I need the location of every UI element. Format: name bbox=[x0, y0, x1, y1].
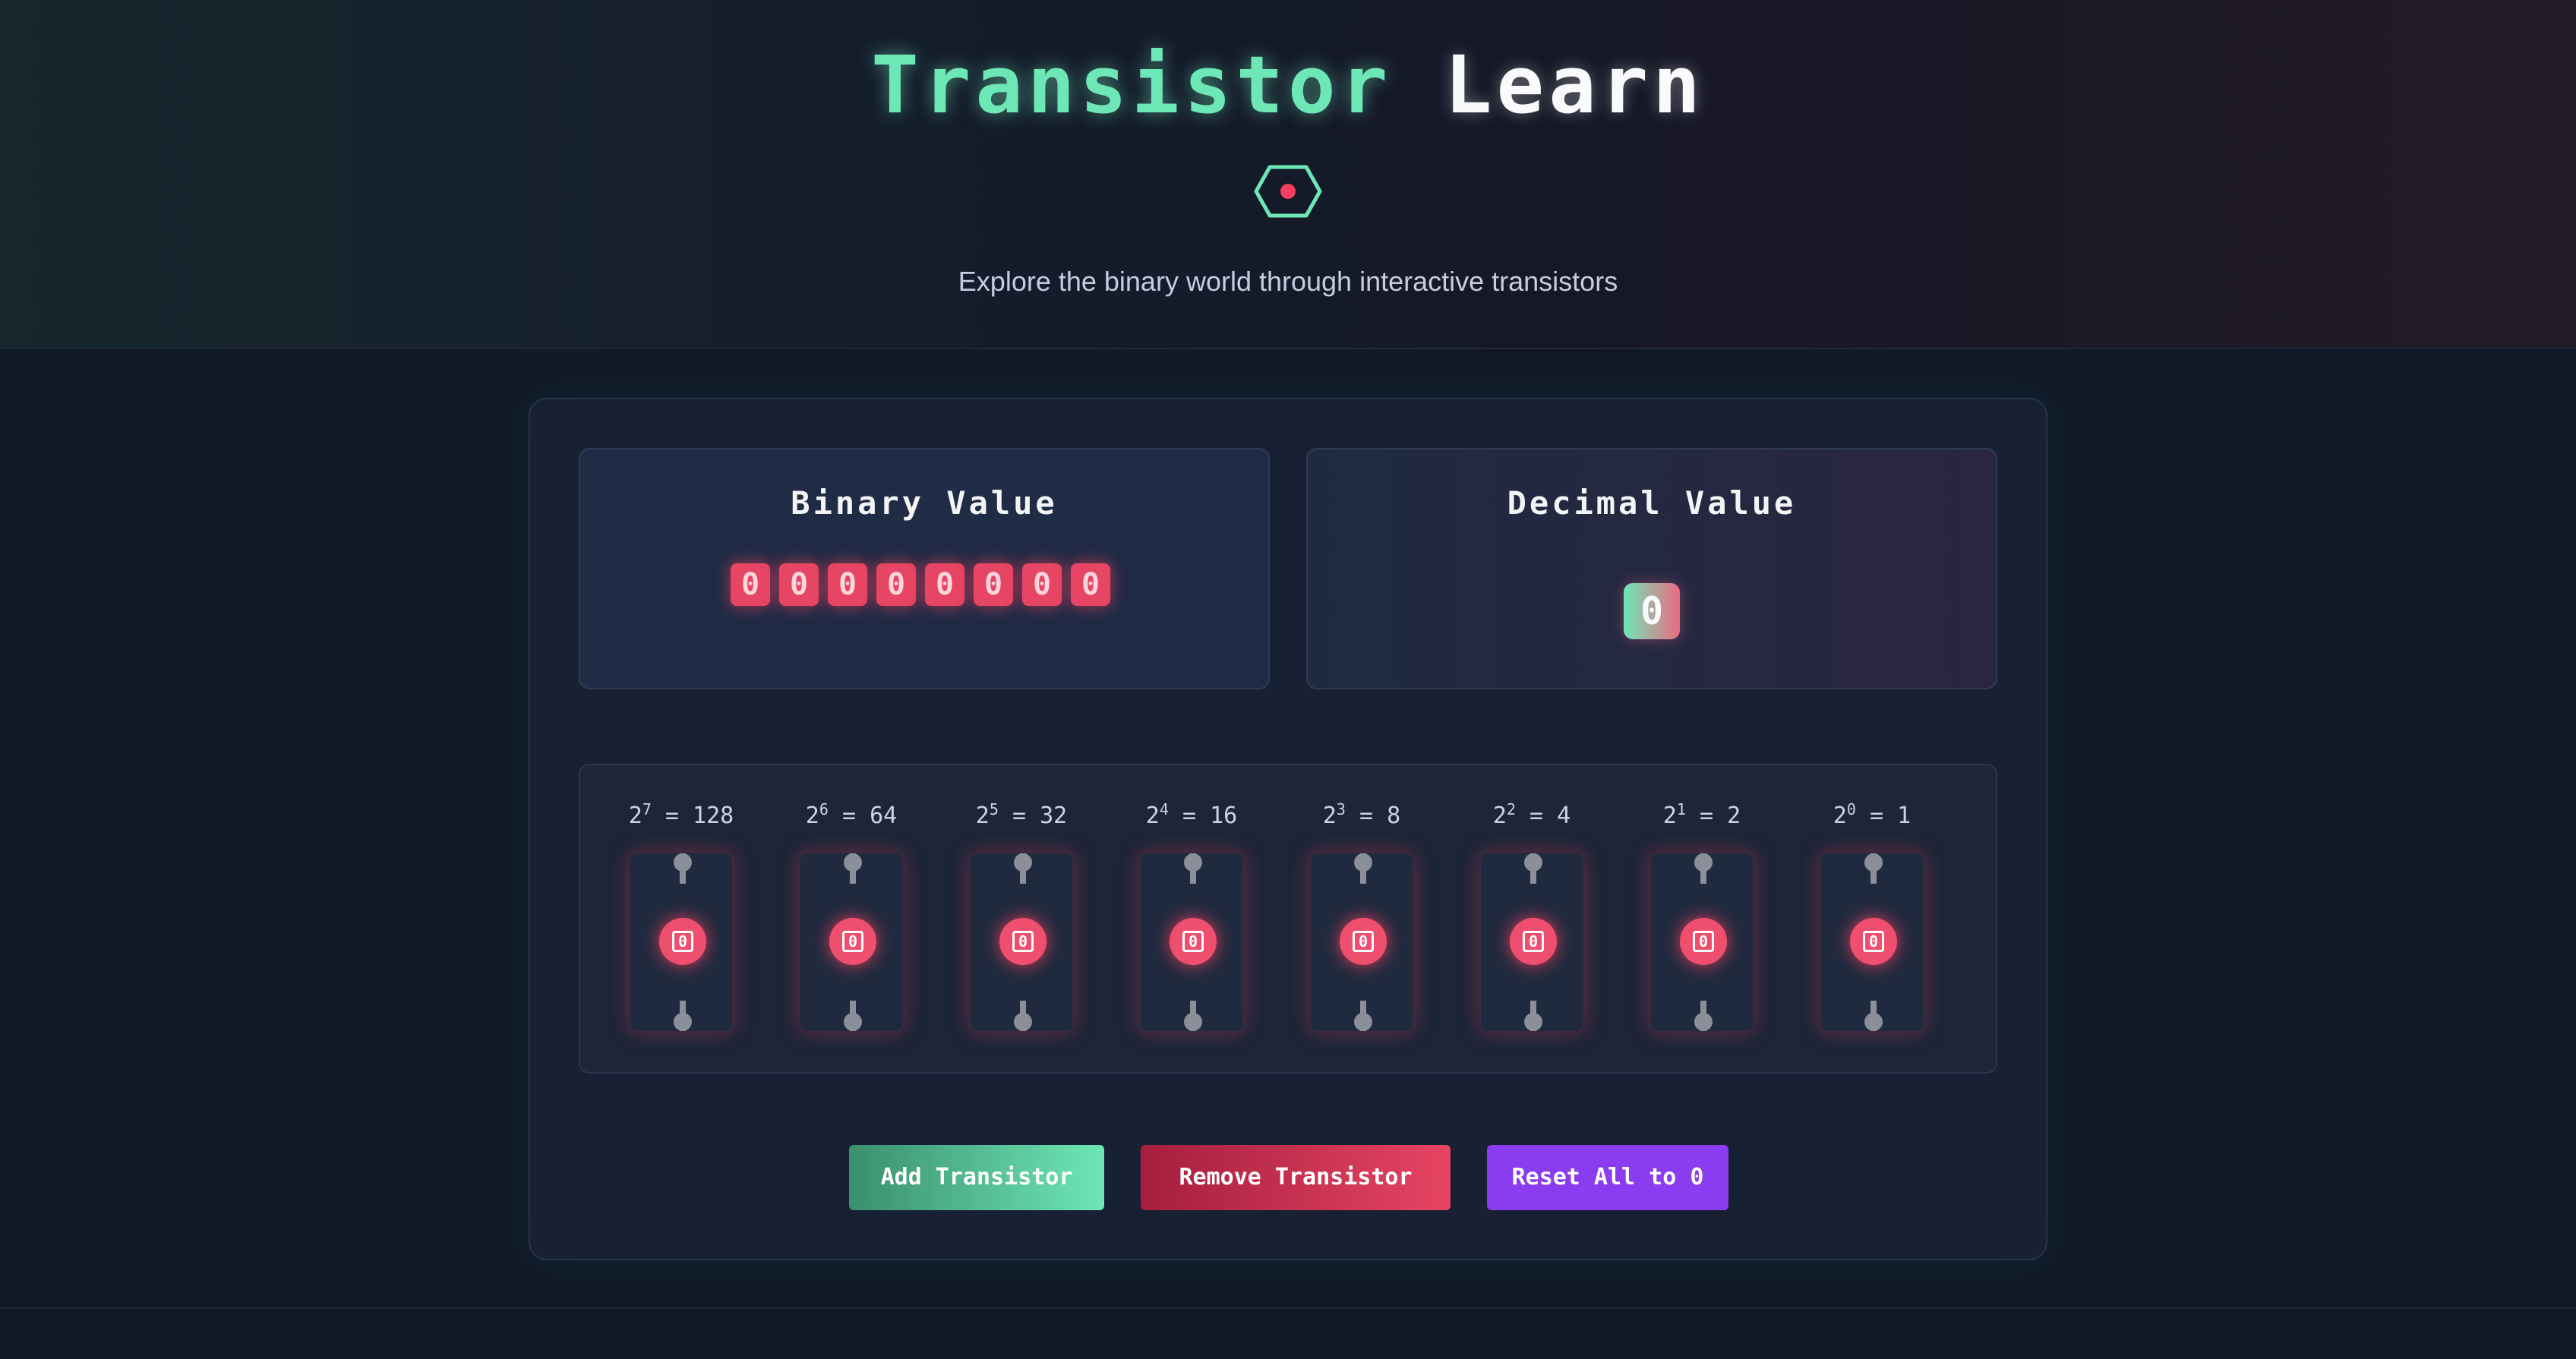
state-indicator: 0 bbox=[1170, 918, 1217, 965]
transistor-switch[interactable]: 0 bbox=[969, 852, 1074, 1033]
state-indicator: 0 bbox=[1340, 918, 1387, 965]
binary-digit: 0 bbox=[974, 563, 1013, 606]
binary-value-title: Binary Value bbox=[791, 484, 1058, 522]
transistor-bit-6: 26 = 64 0 bbox=[794, 800, 908, 1051]
decimal-value-title: Decimal Value bbox=[1507, 484, 1797, 522]
title-part-1: Transistor bbox=[871, 39, 1393, 131]
state-indicator: 0 bbox=[1510, 918, 1557, 965]
binary-digit: 0 bbox=[731, 563, 770, 606]
bit-weight-label: 27 = 128 bbox=[628, 800, 734, 829]
reset-all-button[interactable]: Reset All to 0 bbox=[1487, 1145, 1728, 1210]
binary-value-card: Binary Value 0 0 0 0 0 0 0 0 bbox=[579, 448, 1270, 689]
binary-digit: 0 bbox=[925, 563, 964, 606]
transistor-switch[interactable]: 0 bbox=[1309, 852, 1414, 1033]
transistor-bit-3: 23 = 8 0 bbox=[1305, 800, 1419, 1051]
transistor-bit-0: 20 = 1 0 bbox=[1815, 800, 1929, 1051]
binary-digit: 0 bbox=[779, 563, 819, 606]
bit-weight-label: 23 = 8 bbox=[1322, 800, 1401, 829]
title-part-2: Learn bbox=[1444, 39, 1705, 131]
binary-digit: 0 bbox=[1022, 563, 1062, 606]
binary-digit: 0 bbox=[828, 563, 867, 606]
chip-eye-icon bbox=[1254, 165, 1322, 218]
state-indicator: 0 bbox=[659, 918, 706, 965]
transistor-switch[interactable]: 0 bbox=[629, 852, 734, 1033]
transistor-bit-1: 21 = 2 0 bbox=[1645, 800, 1759, 1051]
transistor-switch[interactable]: 0 bbox=[1479, 852, 1584, 1033]
bit-weight-label: 21 = 2 bbox=[1662, 800, 1741, 829]
bit-weight-label: 26 = 64 bbox=[805, 800, 898, 829]
bit-weight-label: 25 = 32 bbox=[975, 800, 1068, 829]
transistor-switch[interactable]: 0 bbox=[1820, 852, 1924, 1033]
transistor-bit-7: 27 = 128 0 bbox=[624, 800, 738, 1051]
subtitle: Explore the binary world through interac… bbox=[958, 266, 1618, 297]
transistor-switch[interactable]: 0 bbox=[1649, 852, 1754, 1033]
state-indicator: 0 bbox=[829, 918, 876, 965]
main-panel: Binary Value 0 0 0 0 0 0 0 0 Decimal Val… bbox=[529, 398, 2047, 1260]
decimal-value-card: Decimal Value 0 bbox=[1306, 448, 1997, 689]
decimal-value: 0 bbox=[1624, 583, 1680, 639]
state-indicator: 0 bbox=[999, 918, 1046, 965]
transistor-bit-4: 24 = 16 0 bbox=[1135, 800, 1249, 1051]
bit-weight-label: 22 = 4 bbox=[1492, 800, 1571, 829]
bit-weight-label: 20 = 1 bbox=[1833, 800, 1911, 829]
app-title: Transistor Learn bbox=[0, 39, 2576, 131]
transistor-bit-2: 22 = 4 0 bbox=[1475, 800, 1589, 1051]
binary-digit: 0 bbox=[876, 563, 916, 606]
transistor-switch[interactable]: 0 bbox=[1139, 852, 1244, 1033]
remove-transistor-button[interactable]: Remove Transistor bbox=[1141, 1145, 1451, 1210]
state-indicator: 0 bbox=[1680, 918, 1727, 965]
add-transistor-button[interactable]: Add Transistor bbox=[849, 1145, 1104, 1210]
state-indicator: 0 bbox=[1850, 918, 1897, 965]
binary-digits: 0 0 0 0 0 0 0 0 bbox=[731, 563, 1110, 606]
transistor-tray: 27 = 128 0 26 = 64 0 25 = 32 0 24 = 16 0… bbox=[579, 764, 1997, 1074]
footer-divider bbox=[0, 1307, 2576, 1309]
binary-digit: 0 bbox=[1071, 563, 1110, 606]
bit-weight-label: 24 = 16 bbox=[1145, 800, 1238, 829]
page-header: Transistor Learn Explore the binary worl… bbox=[0, 0, 2576, 349]
transistor-bit-5: 25 = 32 0 bbox=[964, 800, 1078, 1051]
transistor-switch[interactable]: 0 bbox=[799, 852, 904, 1033]
